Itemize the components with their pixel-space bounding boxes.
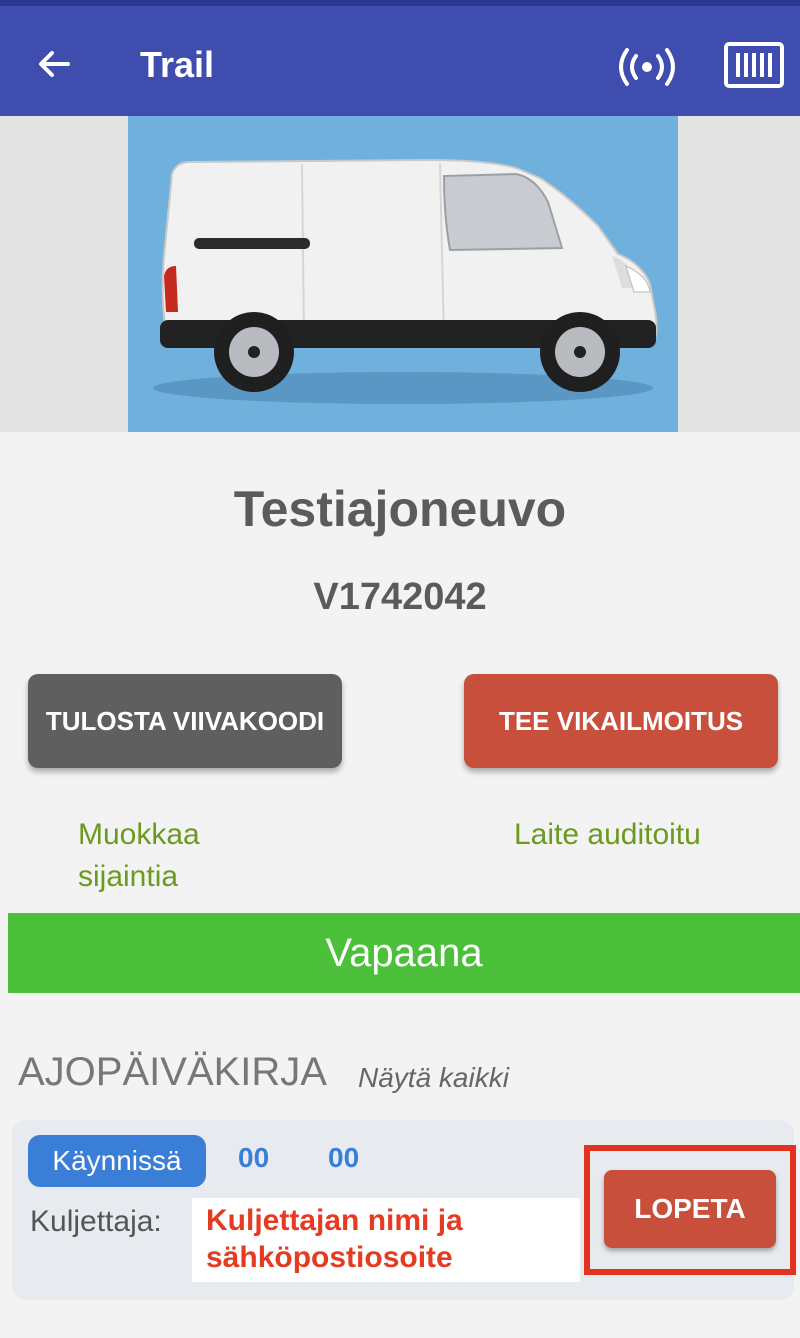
edit-location-link[interactable]: Muokkaa sijaintia [78, 814, 278, 898]
logbook-title: AJOPÄIVÄKIRJA [18, 1050, 327, 1094]
barcode-scan-icon [724, 42, 784, 88]
vehicle-name: Testiajoneuvo [233, 481, 567, 537]
audited-status-text: Laite auditoitu [514, 818, 701, 851]
show-all-link[interactable]: Näytä kaikki [358, 1062, 509, 1094]
availability-status-bar: Vapaana [8, 913, 800, 993]
elapsed-hours: 00 [238, 1142, 270, 1173]
back-button[interactable] [30, 40, 78, 88]
stop-button[interactable]: LOPETA [604, 1170, 776, 1248]
status-badge: Käynnissä [28, 1135, 206, 1187]
app-title: Trail [140, 44, 215, 85]
driver-annotation: Kuljettajan nimi ja sähköpostiosoite [192, 1198, 580, 1282]
vehicle-id: V1742042 [313, 576, 487, 618]
nfc-button[interactable] [612, 42, 682, 92]
app-bar: Trail [0, 0, 800, 116]
fault-report-button[interactable]: TEE VIKAILMOITUS [464, 674, 778, 768]
print-barcode-button[interactable]: TULOSTA VIIVAKOODI [28, 674, 342, 768]
driver-label: Kuljettaja: [30, 1205, 162, 1238]
vehicle-image-area [0, 116, 800, 432]
elapsed-minutes: 00 [328, 1142, 360, 1173]
barcode-scan-button[interactable] [724, 42, 784, 88]
arrow-left-icon [39, 51, 70, 77]
nfc-signal-icon [619, 48, 675, 86]
vehicle-image [128, 116, 678, 432]
